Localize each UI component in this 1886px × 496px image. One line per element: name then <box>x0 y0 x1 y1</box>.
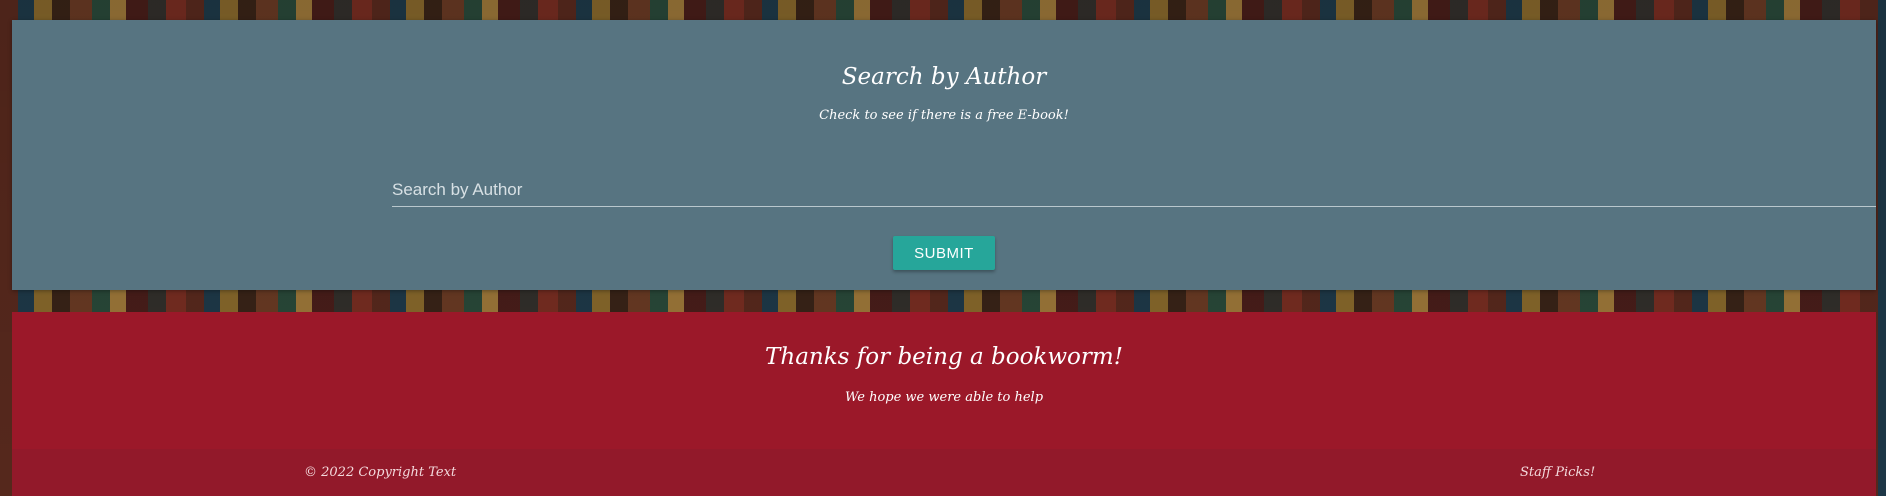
search-card: Search by Author Check to see if there i… <box>12 20 1876 290</box>
staff-picks-link[interactable]: Staff Picks! <box>1520 465 1595 480</box>
submit-button[interactable]: SUBMIT <box>893 236 995 270</box>
author-search-input[interactable] <box>392 174 1876 207</box>
footer-title: Thanks for being a bookworm! <box>765 344 1123 370</box>
search-subtitle: Check to see if there is a free E-book! <box>819 108 1069 123</box>
search-title: Search by Author <box>841 64 1047 90</box>
footer-subtitle: We hope we were able to help <box>844 390 1044 405</box>
footer: Thanks for being a bookworm! We hope we … <box>12 312 1876 496</box>
page: { "search": { "title": "Search by Author… <box>0 0 1886 496</box>
footer-copyright-bar: © 2022 Copyright Text Staff Picks! <box>12 449 1876 496</box>
copyright-text: © 2022 Copyright Text <box>304 465 457 480</box>
